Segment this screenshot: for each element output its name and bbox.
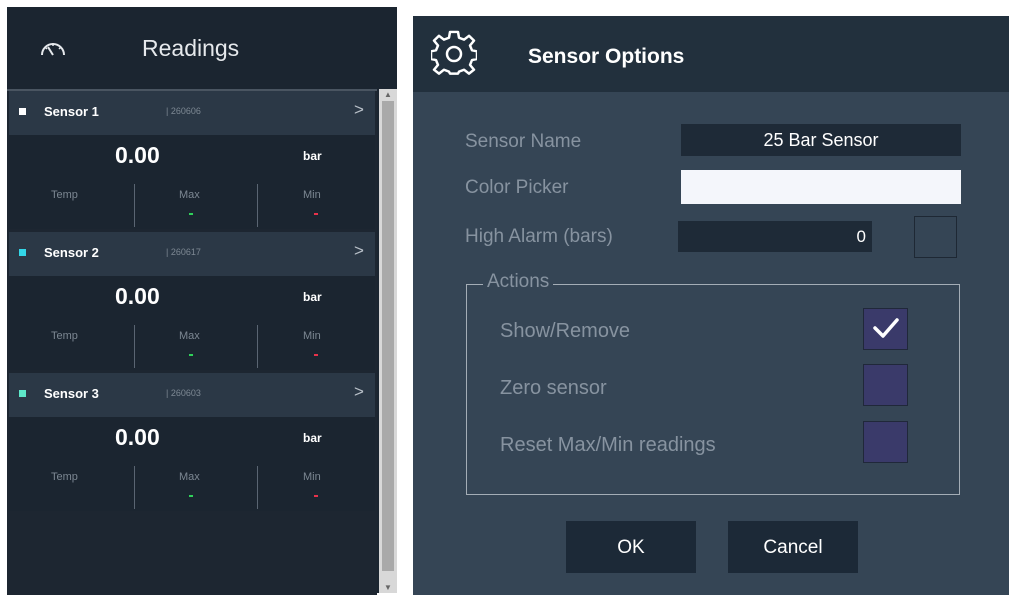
- scroll-down-arrow-icon[interactable]: ▼: [382, 583, 394, 592]
- ok-button[interactable]: OK: [566, 521, 696, 573]
- temp-label: Temp: [51, 471, 78, 483]
- sensor-color-swatch: [19, 249, 26, 256]
- zero-sensor-label: Zero sensor: [500, 377, 607, 399]
- actions-legend: Actions: [483, 271, 554, 293]
- chevron-right-icon[interactable]: >: [354, 382, 364, 402]
- scrollbar[interactable]: ▲ ▼: [379, 89, 397, 593]
- high-alarm-label: High Alarm (bars): [465, 226, 613, 247]
- max-indicator: [189, 354, 193, 356]
- chevron-right-icon[interactable]: >: [354, 241, 364, 261]
- show-remove-label: Show/Remove: [500, 320, 631, 342]
- divider: [134, 466, 135, 509]
- high-alarm-field[interactable]: [678, 221, 872, 252]
- divider: [134, 184, 135, 227]
- sensor-card[interactable]: Sensor 2 | 260617 > 0.00 bar Temp Max Mi…: [9, 232, 375, 370]
- cancel-button[interactable]: Cancel: [728, 521, 858, 573]
- reset-max-min-label: Reset Max/Min readings: [500, 434, 716, 456]
- sensor-card-header[interactable]: Sensor 1 | 260606 >: [9, 91, 375, 135]
- sensor-name-field[interactable]: [681, 124, 961, 156]
- sensor-list: Sensor 1 | 260606 > 0.00 bar Temp Max Mi…: [7, 89, 377, 595]
- min-label: Min: [303, 189, 321, 201]
- temp-label: Temp: [51, 189, 78, 201]
- readings-panel: Readings Sensor 1 | 260606 > 0.00 bar Te…: [7, 7, 397, 595]
- sensor-reading-value: 0.00: [115, 142, 160, 168]
- reset-max-min-checkbox[interactable]: [863, 421, 908, 463]
- scroll-up-arrow-icon[interactable]: ▲: [382, 90, 394, 99]
- dialog-title: Sensor Options: [528, 45, 685, 68]
- sensor-reading-unit: bar: [303, 149, 322, 163]
- min-label: Min: [303, 330, 321, 342]
- min-label: Min: [303, 471, 321, 483]
- sensor-reading-unit: bar: [303, 290, 322, 304]
- gear-icon: [431, 30, 477, 75]
- sensor-card-header[interactable]: Sensor 2 | 260617 >: [9, 232, 375, 276]
- divider: [257, 325, 258, 368]
- sensor-card[interactable]: Sensor 3 | 260603 > 0.00 bar Temp Max Mi…: [9, 373, 375, 511]
- max-label: Max: [179, 471, 200, 483]
- sensor-color-swatch: [19, 390, 26, 397]
- checkmark-icon: [873, 318, 899, 338]
- sensor-reading-unit: bar: [303, 431, 322, 445]
- sensor-reading-value: 0.00: [115, 424, 160, 450]
- divider: [134, 325, 135, 368]
- sensor-name: Sensor 3: [44, 386, 99, 401]
- min-indicator: [314, 354, 318, 356]
- scroll-thumb[interactable]: [382, 101, 394, 571]
- zero-sensor-checkbox[interactable]: [863, 364, 908, 406]
- color-picker-label: Color Picker: [465, 177, 569, 198]
- max-label: Max: [179, 330, 200, 342]
- max-indicator: [189, 495, 193, 497]
- max-indicator: [189, 213, 193, 215]
- sensor-name: Sensor 2: [44, 245, 99, 260]
- gauge-icon: [41, 43, 65, 56]
- readings-header: Readings: [7, 7, 397, 89]
- sensor-reading-value: 0.00: [115, 283, 160, 309]
- sensor-options-dialog: Sensor Options Sensor Name Color Picker …: [413, 16, 1009, 595]
- sensor-serial: | 260606: [166, 106, 201, 116]
- min-indicator: [314, 213, 318, 215]
- dialog-header: Sensor Options: [413, 16, 1009, 92]
- sensor-name-label: Sensor Name: [465, 131, 582, 152]
- readings-title: Readings: [142, 35, 240, 61]
- sensor-card-header[interactable]: Sensor 3 | 260603 >: [9, 373, 375, 417]
- min-indicator: [314, 495, 318, 497]
- alarm-color-swatch[interactable]: [914, 216, 957, 258]
- divider: [257, 466, 258, 509]
- sensor-serial: | 260617: [166, 247, 201, 257]
- chevron-right-icon[interactable]: >: [354, 100, 364, 120]
- show-remove-checkbox[interactable]: [863, 308, 908, 350]
- max-label: Max: [179, 189, 200, 201]
- sensor-name: Sensor 1: [44, 104, 99, 119]
- divider: [257, 184, 258, 227]
- temp-label: Temp: [51, 330, 78, 342]
- sensor-color-swatch: [19, 108, 26, 115]
- sensor-serial: | 260603: [166, 388, 201, 398]
- sensor-card[interactable]: Sensor 1 | 260606 > 0.00 bar Temp Max Mi…: [9, 91, 375, 229]
- color-picker-field[interactable]: [681, 170, 961, 204]
